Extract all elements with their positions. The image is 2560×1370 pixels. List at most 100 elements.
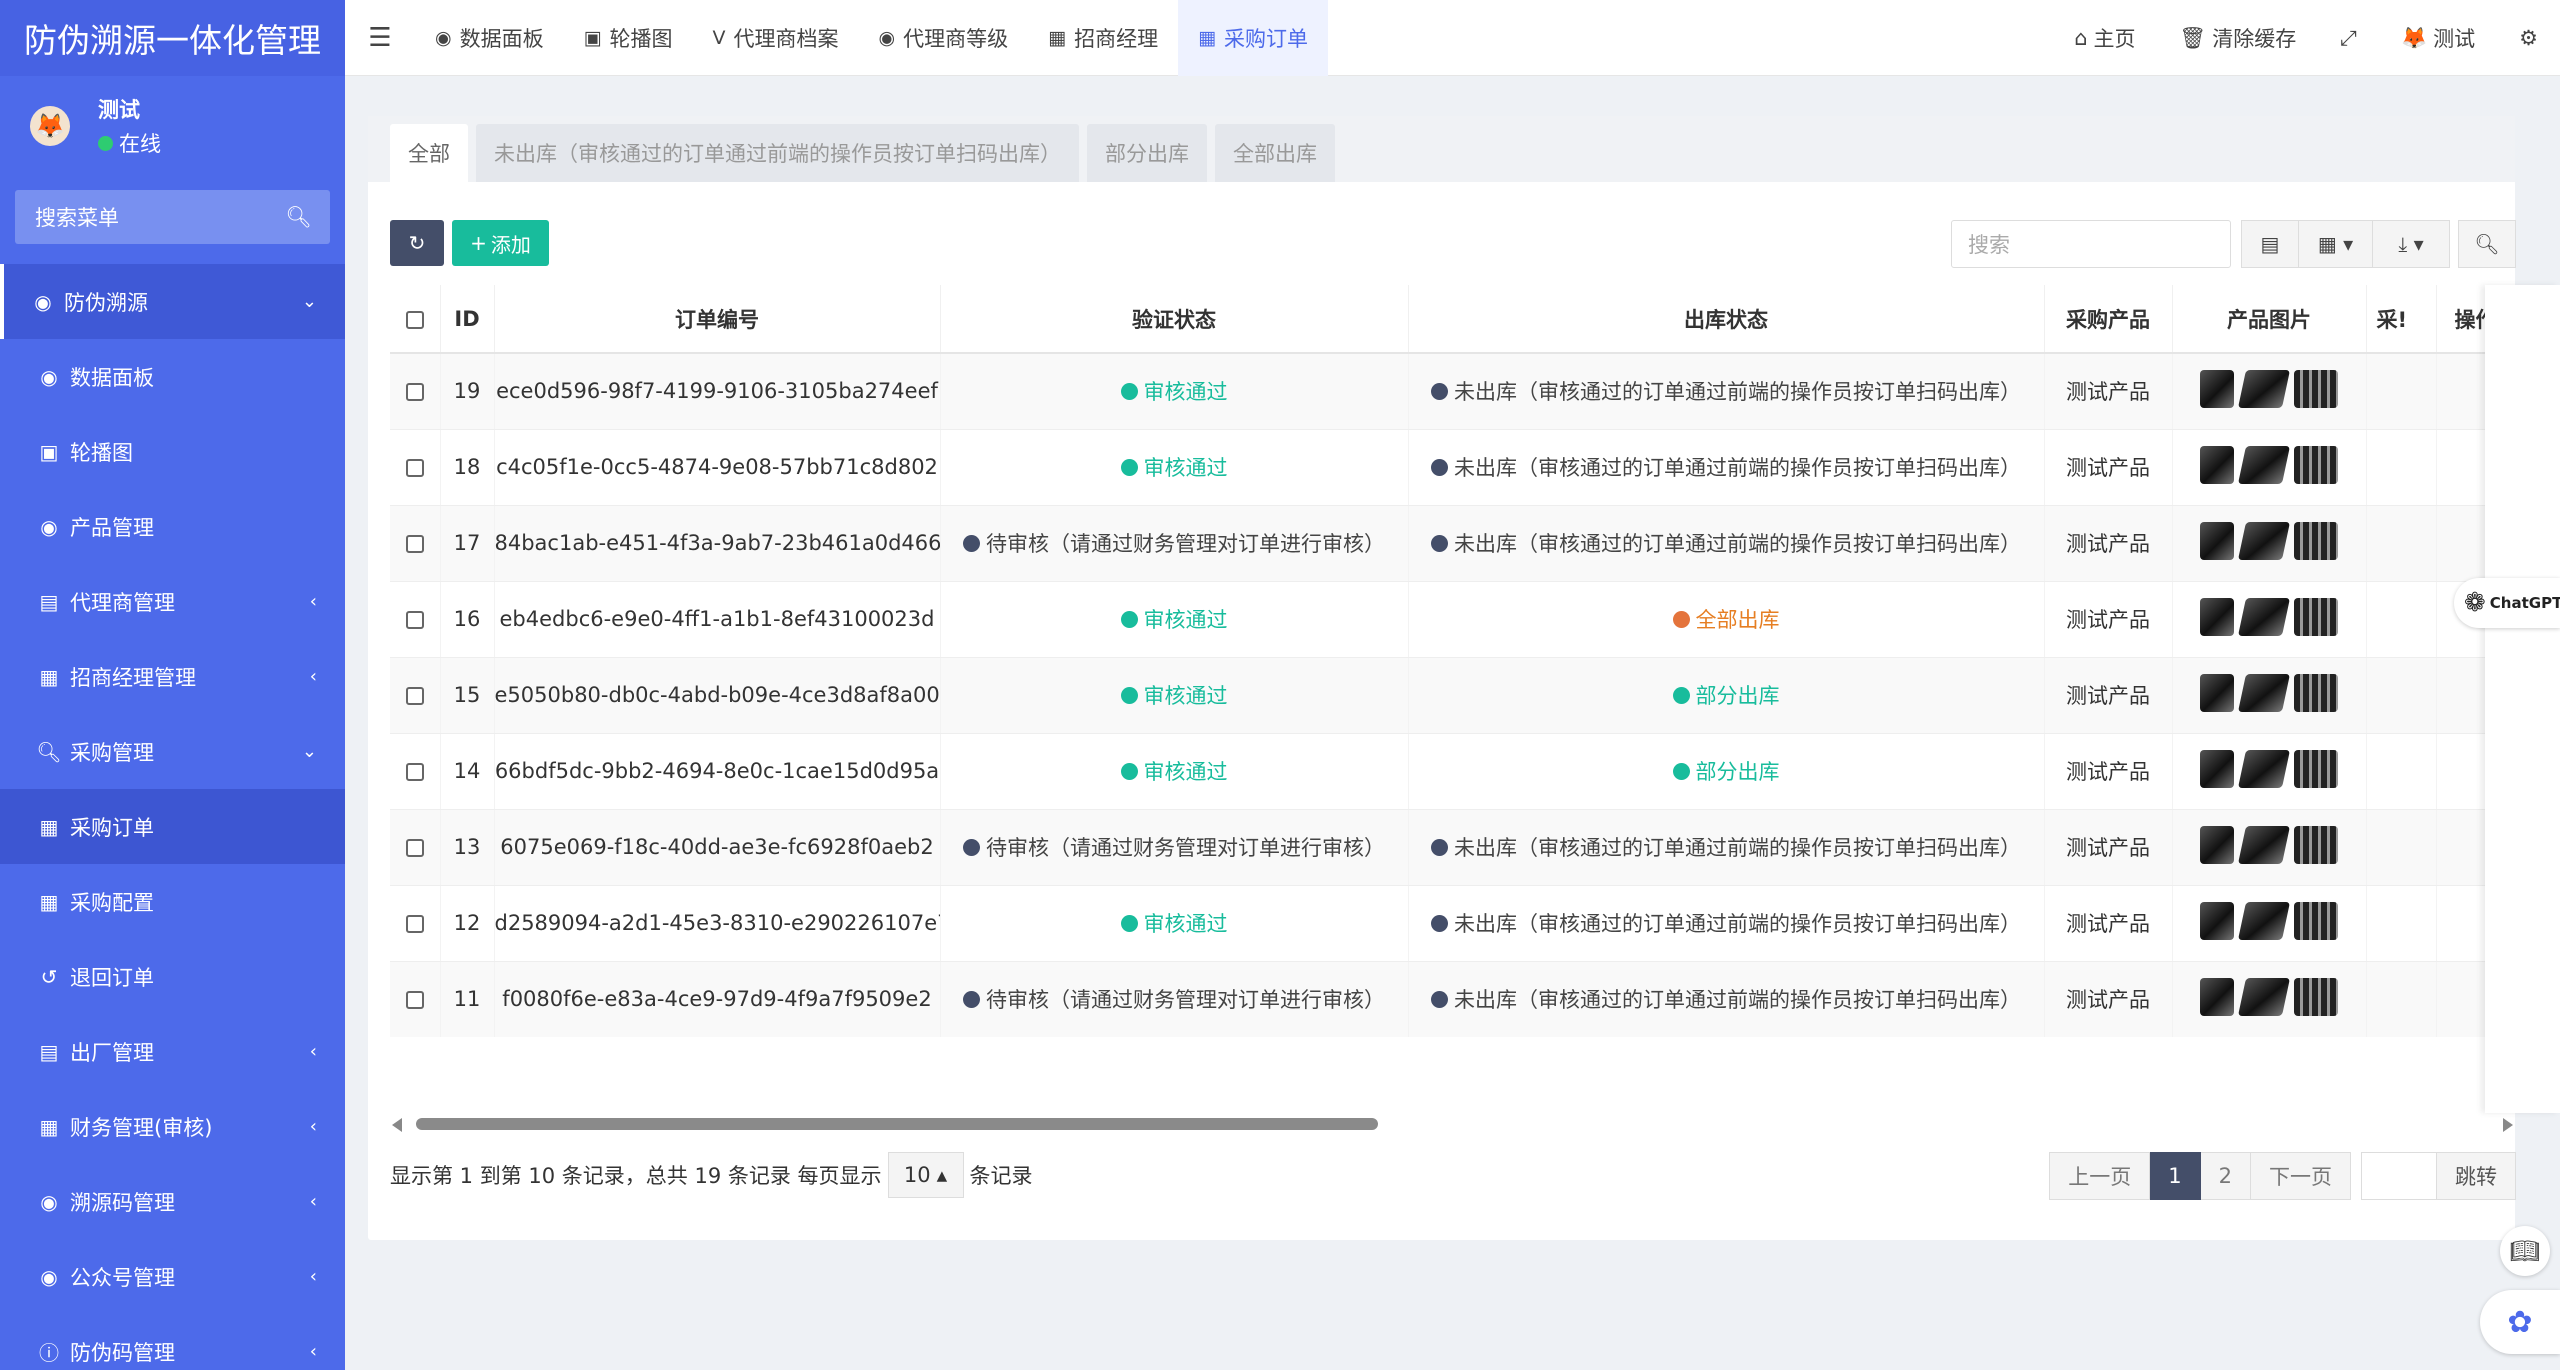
table-row[interactable]: 15 e5050b80-db0c-4abd-b09e-4ce3d8af8a00 审核… bbox=[390, 657, 2515, 734]
scroll-right-arrow-icon[interactable] bbox=[2503, 1118, 2513, 1132]
status-tab-3[interactable]: 全部出库 bbox=[1215, 124, 1335, 182]
product-thumbnail[interactable] bbox=[2237, 521, 2291, 560]
row-checkbox[interactable] bbox=[390, 885, 441, 962]
product-thumbnail[interactable] bbox=[2237, 673, 2291, 712]
cell-product-image[interactable] bbox=[2172, 733, 2367, 810]
export-button[interactable]: ⤓ ▾ bbox=[2373, 220, 2450, 268]
product-thumbnail[interactable] bbox=[2294, 749, 2338, 788]
col-header-verify-status[interactable]: 验证状态 bbox=[940, 285, 1409, 354]
cell-product-image[interactable] bbox=[2172, 809, 2367, 886]
scroll-left-arrow-icon[interactable] bbox=[392, 1118, 402, 1132]
table-row[interactable]: 11 f0080f6e-e83a-4ce9-97d9-4f9a7f9509e2 待审… bbox=[390, 961, 2515, 1037]
tab-1[interactable]: ▣ 轮播图 bbox=[564, 0, 693, 76]
product-thumbnail[interactable] bbox=[2200, 673, 2234, 712]
row-checkbox[interactable] bbox=[390, 733, 441, 810]
select-all-checkbox[interactable] bbox=[390, 285, 441, 354]
page-1-button[interactable]: 1 bbox=[2150, 1152, 2201, 1200]
sidebar-item-8[interactable]: ▦ 采购配置 bbox=[0, 864, 345, 939]
sidebar-item-4[interactable]: ▤ 代理商管理 ‹ bbox=[0, 564, 345, 639]
refresh-button[interactable]: ↻ bbox=[390, 220, 444, 266]
user-menu[interactable]: 🦊 测试 bbox=[2379, 23, 2497, 53]
product-thumbnail[interactable] bbox=[2294, 369, 2338, 408]
product-thumbnail[interactable] bbox=[2237, 825, 2291, 864]
sidebar-item-14[interactable]: ⓘ 防伪码管理 ‹ bbox=[0, 1314, 345, 1370]
sidebar-item-11[interactable]: ▦ 财务管理(审核) ‹ bbox=[0, 1089, 345, 1164]
fullscreen-button[interactable]: ⤢ bbox=[2318, 26, 2379, 51]
row-checkbox[interactable] bbox=[390, 581, 441, 658]
product-thumbnail[interactable] bbox=[2200, 369, 2234, 408]
home-link[interactable]: ⌂ 主页 bbox=[2052, 23, 2157, 53]
sidebar-item-7[interactable]: ▦ 采购订单 bbox=[0, 789, 345, 864]
status-tab-2[interactable]: 部分出库 bbox=[1087, 124, 1207, 182]
product-thumbnail[interactable] bbox=[2237, 749, 2291, 788]
chatgpt-widget[interactable]: ❁ ChatGPT bbox=[2454, 578, 2560, 628]
col-header-product[interactable]: 采购产品 bbox=[2044, 285, 2173, 354]
sidebar-item-6[interactable]: 🔍︎ 采购管理 ⌄ bbox=[0, 714, 345, 789]
status-tab-0[interactable]: 全部 bbox=[390, 124, 468, 182]
product-thumbnail[interactable] bbox=[2294, 521, 2338, 560]
sidebar-item-5[interactable]: ▦ 招商经理管理 ‹ bbox=[0, 639, 345, 714]
table-row[interactable]: 19 ece0d596-98f7-4199-9106-3105ba274eef 审核… bbox=[390, 353, 2515, 430]
scroll-thumb[interactable] bbox=[416, 1118, 1378, 1130]
sidebar-item-1[interactable]: ◉ 数据面板 bbox=[0, 339, 345, 414]
row-checkbox[interactable] bbox=[390, 657, 441, 734]
prev-page-button[interactable]: 上一页 bbox=[2049, 1152, 2151, 1200]
book-icon[interactable]: 📖︎ bbox=[2500, 1226, 2550, 1276]
product-thumbnail[interactable] bbox=[2200, 597, 2234, 636]
brain-icon[interactable]: ✿ bbox=[2480, 1290, 2560, 1354]
tab-4[interactable]: ▦ 招商经理 bbox=[1028, 0, 1178, 76]
sidebar-item-10[interactable]: ▤ 出厂管理 ‹ bbox=[0, 1014, 345, 1089]
col-header-order-no[interactable]: 订单编号 bbox=[494, 285, 941, 354]
sidebar-item-9[interactable]: ↺ 退回订单 bbox=[0, 939, 345, 1014]
add-button[interactable]: + 添加 bbox=[452, 220, 549, 266]
cell-product-image[interactable] bbox=[2172, 657, 2367, 734]
product-thumbnail[interactable] bbox=[2200, 749, 2234, 788]
tab-2[interactable]: V 代理商档案 bbox=[693, 0, 859, 76]
sidebar-item-3[interactable]: ◉ 产品管理 bbox=[0, 489, 345, 564]
product-thumbnail[interactable] bbox=[2294, 673, 2338, 712]
menu-toggle-icon[interactable]: ☰ bbox=[345, 23, 415, 53]
col-header-truncated[interactable]: 采! bbox=[2366, 285, 2437, 354]
col-header-product-image[interactable]: 产品图片 bbox=[2172, 285, 2367, 354]
sidebar-item-12[interactable]: ◉ 溯源码管理 ‹ bbox=[0, 1164, 345, 1239]
cell-product-image[interactable] bbox=[2172, 581, 2367, 658]
product-thumbnail[interactable] bbox=[2237, 901, 2291, 940]
row-checkbox[interactable] bbox=[390, 809, 441, 886]
sidebar-item-13[interactable]: ◉ 公众号管理 ‹ bbox=[0, 1239, 345, 1314]
row-checkbox[interactable] bbox=[390, 429, 441, 506]
tab-3[interactable]: ◉ 代理商等级 bbox=[859, 0, 1029, 76]
clear-cache-button[interactable]: 🗑︎ 清除缓存 bbox=[2158, 23, 2319, 53]
tab-0[interactable]: ◉ 数据面板 bbox=[415, 0, 564, 76]
row-checkbox[interactable] bbox=[390, 353, 441, 430]
col-header-stock-status[interactable]: 出库状态 bbox=[1408, 285, 2045, 354]
table-row[interactable]: 12 d2589094-a2d1-45e3-8310-e290226107e7 审核… bbox=[390, 885, 2515, 962]
advanced-search-button[interactable]: 🔍︎ bbox=[2458, 220, 2516, 268]
product-thumbnail[interactable] bbox=[2294, 445, 2338, 484]
next-page-button[interactable]: 下一页 bbox=[2251, 1152, 2351, 1200]
horizontal-scrollbar[interactable] bbox=[390, 1116, 2515, 1132]
product-thumbnail[interactable] bbox=[2294, 977, 2338, 1016]
settings-button[interactable]: ⚙ bbox=[2497, 26, 2560, 50]
sidebar-item-2[interactable]: ▣ 轮播图 bbox=[0, 414, 345, 489]
menu-search-input[interactable]: 搜索菜单 🔍︎ bbox=[15, 190, 330, 244]
table-row[interactable]: 14 66bdf5dc-9bb2-4694-8e0c-1cae15d0d95a 审核… bbox=[390, 733, 2515, 810]
product-thumbnail[interactable] bbox=[2237, 445, 2291, 484]
cell-product-image[interactable] bbox=[2172, 885, 2367, 962]
cell-product-image[interactable] bbox=[2172, 353, 2367, 430]
col-header-id[interactable]: ID bbox=[440, 285, 495, 354]
product-thumbnail[interactable] bbox=[2200, 445, 2234, 484]
search-icon[interactable]: 🔍︎ bbox=[285, 205, 312, 230]
toggle-view-button[interactable]: ▤ bbox=[2241, 220, 2299, 268]
product-thumbnail[interactable] bbox=[2237, 369, 2291, 408]
product-thumbnail[interactable] bbox=[2237, 597, 2291, 636]
brand-title[interactable]: 防伪溯源一体化管理 bbox=[0, 0, 345, 76]
table-row[interactable]: 13 6075e069-f18c-40dd-ae3e-fc6928f0aeb2 待审… bbox=[390, 809, 2515, 886]
product-thumbnail[interactable] bbox=[2294, 597, 2338, 636]
cell-product-image[interactable] bbox=[2172, 505, 2367, 582]
product-thumbnail[interactable] bbox=[2200, 825, 2234, 864]
product-thumbnail[interactable] bbox=[2294, 901, 2338, 940]
product-thumbnail[interactable] bbox=[2294, 825, 2338, 864]
product-thumbnail[interactable] bbox=[2200, 521, 2234, 560]
table-search-input[interactable]: 搜索 bbox=[1951, 220, 2231, 268]
product-thumbnail[interactable] bbox=[2200, 977, 2234, 1016]
